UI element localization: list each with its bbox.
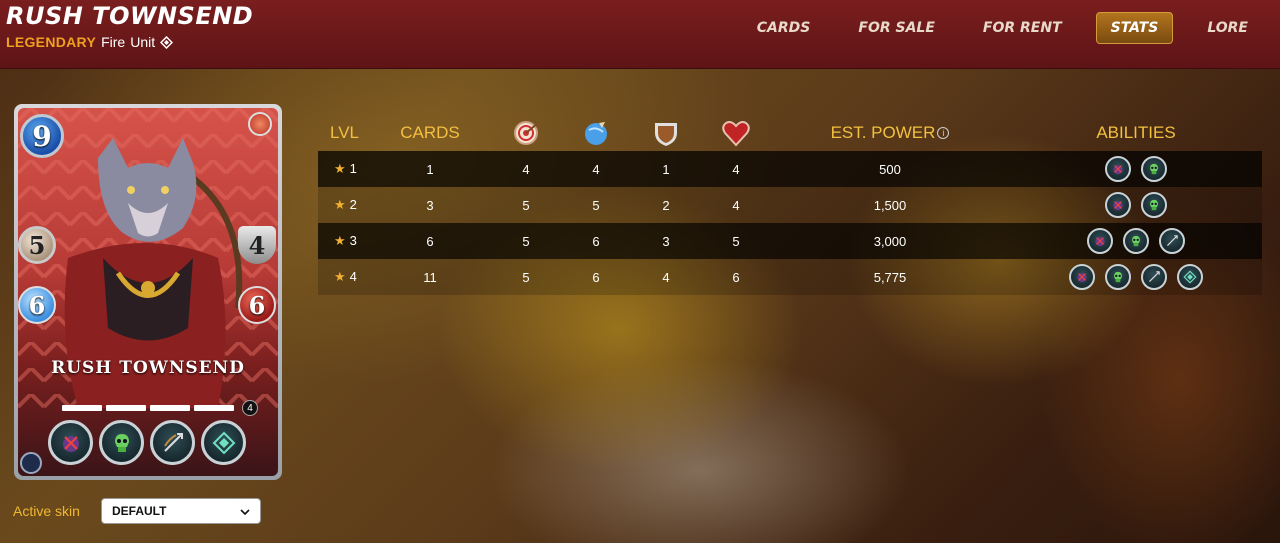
rarity-label: LEGENDARY	[6, 34, 97, 50]
cell-armor: 2	[662, 197, 670, 213]
card-speed: 6	[18, 286, 56, 324]
cell-attack: 4	[522, 161, 530, 177]
card-subtitle: LEGENDARY Fire Unit	[6, 34, 174, 50]
cell-lvl: ★ 4	[334, 269, 357, 284]
cell-health: 4	[732, 197, 740, 213]
poison-icon[interactable]	[1087, 228, 1113, 254]
level-stats-table: LVL CARDS EST. POWER i ABILITIES ★ 1 1 4 4 1 4 5…	[318, 115, 1262, 295]
tab-for-sale[interactable]: FOR SALE	[844, 13, 949, 43]
diamond-icon	[160, 35, 174, 49]
xp-bar: 4	[62, 400, 258, 416]
tab-for-rent[interactable]: FOR RENT	[969, 13, 1076, 43]
cell-health: 4	[732, 161, 740, 177]
card-image: 9 5 6 4 6 RUSH TOWNSEND 4	[14, 104, 282, 480]
tab-stats[interactable]: STATS	[1095, 12, 1174, 44]
unit-label: Unit	[130, 34, 156, 50]
table-row: ★ 4 11 5 6 4 6 5,775	[318, 259, 1262, 295]
fire-element-icon	[248, 112, 272, 136]
cell-attack: 5	[522, 269, 530, 285]
skull-icon[interactable]	[1141, 192, 1167, 218]
cell-lvl: ★ 1	[334, 161, 357, 176]
cell-est-power: 5,775	[873, 269, 907, 285]
cell-cards: 3	[426, 197, 434, 213]
card-level: 4	[242, 400, 258, 416]
table-row: ★ 3 6 5 6 3 5 3,000	[318, 223, 1262, 259]
chevron-down-icon	[240, 504, 250, 518]
cell-abilities	[1010, 264, 1262, 290]
header-est-power: EST. POWER i	[770, 123, 1010, 143]
star-icon: ★	[334, 233, 346, 248]
target-icon	[490, 118, 562, 148]
card-abilities	[48, 420, 246, 465]
cell-armor: 4	[662, 269, 670, 285]
header-lvl: LVL	[330, 123, 359, 142]
cell-health: 5	[732, 233, 740, 249]
mana-cost: 9	[20, 114, 64, 158]
speed-icon	[562, 118, 630, 148]
cell-lvl: ★ 2	[334, 197, 357, 212]
top-bar: RUSH TOWNSEND LEGENDARY Fire Unit CARDS …	[0, 0, 1280, 69]
cell-cards: 6	[426, 233, 434, 249]
info-icon[interactable]: i	[937, 127, 950, 139]
skull-icon[interactable]	[1105, 264, 1131, 290]
poison-icon[interactable]	[1105, 156, 1131, 182]
active-skin-label: Active skin	[13, 503, 80, 519]
table-row: ★ 2 3 5 5 2 4 1,500	[318, 187, 1262, 223]
heart-icon	[702, 118, 770, 148]
active-skin-select[interactable]: DEFAULT	[101, 498, 261, 524]
cell-health: 6	[732, 269, 740, 285]
cell-est-power: 1,500	[873, 197, 907, 213]
star-icon: ★	[334, 197, 346, 212]
cell-est-power: 500	[879, 161, 901, 177]
header-cards: CARDS	[400, 123, 460, 142]
foil-diamond-icon	[20, 452, 42, 474]
cell-speed: 6	[592, 233, 600, 249]
active-skin-value: DEFAULT	[112, 504, 167, 518]
card-attack: 5	[18, 226, 56, 264]
header-abilities: ABILITIES	[1096, 123, 1176, 142]
main-nav: CARDS FOR SALE FOR RENT STATS LORE	[723, 12, 1262, 44]
page-title: RUSH TOWNSEND	[6, 2, 254, 30]
cell-abilities	[1010, 192, 1262, 218]
table-row: ★ 1 1 4 4 1 4 500	[318, 151, 1262, 187]
skull-icon[interactable]	[1141, 156, 1167, 182]
card-name: RUSH TOWNSEND	[51, 358, 245, 378]
tab-lore[interactable]: LORE	[1193, 13, 1262, 43]
card-health: 6	[238, 286, 276, 324]
bow-icon	[150, 420, 195, 465]
cell-abilities	[1010, 156, 1262, 182]
poison-icon[interactable]	[1069, 264, 1095, 290]
cell-abilities	[1010, 228, 1262, 254]
cell-speed: 5	[592, 197, 600, 213]
star-icon: ★	[334, 161, 346, 176]
rune-icon	[201, 420, 246, 465]
bow-icon[interactable]	[1159, 228, 1185, 254]
cell-speed: 4	[592, 161, 600, 177]
cell-est-power: 3,000	[873, 233, 907, 249]
bow-icon[interactable]	[1141, 264, 1167, 290]
cell-armor: 1	[662, 161, 670, 177]
cell-attack: 5	[522, 197, 530, 213]
cell-cards: 1	[426, 161, 434, 177]
cell-cards: 11	[423, 269, 437, 285]
shield-icon	[630, 118, 702, 148]
table-header: LVL CARDS EST. POWER i ABILITIES	[318, 115, 1262, 151]
cell-lvl: ★ 3	[334, 233, 357, 248]
cell-speed: 6	[592, 269, 600, 285]
cell-armor: 3	[662, 233, 670, 249]
poison-icon	[48, 420, 93, 465]
cell-attack: 5	[522, 233, 530, 249]
table-body: ★ 1 1 4 4 1 4 500 ★ 2 3 5 5 2 4 1,500 ★ 3 6 5 6 3 5 3,000 ★ 4 11 5 6…	[318, 151, 1262, 295]
poison-icon[interactable]	[1105, 192, 1131, 218]
element-label: Fire	[101, 34, 126, 50]
skull-icon[interactable]	[1123, 228, 1149, 254]
skull-icon	[99, 420, 144, 465]
tab-cards[interactable]: CARDS	[743, 13, 825, 43]
rune-icon[interactable]	[1177, 264, 1203, 290]
card-face: 9 5 6 4 6 RUSH TOWNSEND 4	[18, 108, 278, 476]
star-icon: ★	[334, 269, 346, 284]
card-armor: 4	[238, 226, 276, 264]
